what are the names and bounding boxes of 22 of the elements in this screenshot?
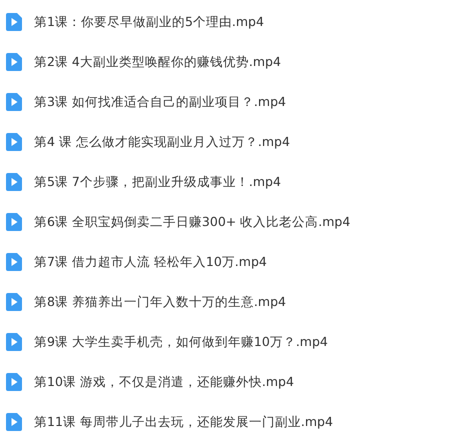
video-file-icon — [6, 173, 22, 191]
file-item[interactable]: 第1课：你要尽早做副业的5个理由.mp4 — [0, 2, 452, 42]
video-file-icon — [6, 133, 22, 151]
video-file-icon — [6, 13, 22, 31]
file-item[interactable]: 第9课 大学生卖手机壳，如何做到年赚10万？.mp4 — [0, 322, 452, 362]
file-item[interactable]: 第3课 如何找准适合自己的副业项目？.mp4 — [0, 82, 452, 122]
file-item[interactable]: 第10课 游戏，不仅是消遣，还能赚外快.mp4 — [0, 362, 452, 402]
video-file-icon — [6, 333, 22, 351]
video-file-icon — [6, 373, 22, 391]
file-item[interactable]: 第11课 每周带儿子出去玩，还能发展一门副业.mp4 — [0, 402, 452, 435]
video-file-icon — [6, 53, 22, 71]
file-item[interactable]: 第8课 养猫养出一门年入数十万的生意.mp4 — [0, 282, 452, 322]
video-file-icon — [6, 213, 22, 231]
video-file-icon — [6, 293, 22, 311]
file-item[interactable]: 第4 课 怎么做才能实现副业月入过万？.mp4 — [0, 122, 452, 162]
video-file-icon — [6, 93, 22, 111]
file-item[interactable]: 第2课 4大副业类型唤醒你的赚钱优势.mp4 — [0, 42, 452, 82]
video-file-icon — [6, 253, 22, 271]
file-item[interactable]: 第7课 借力超市人流 轻松年入10万.mp4 — [0, 242, 452, 282]
video-file-icon — [6, 413, 22, 431]
file-item[interactable]: 第5课 7个步骤，把副业升级成事业！.mp4 — [0, 162, 452, 202]
file-item[interactable]: 第6课 全职宝妈倒卖二手日赚300+ 收入比老公高.mp4 — [0, 202, 452, 242]
